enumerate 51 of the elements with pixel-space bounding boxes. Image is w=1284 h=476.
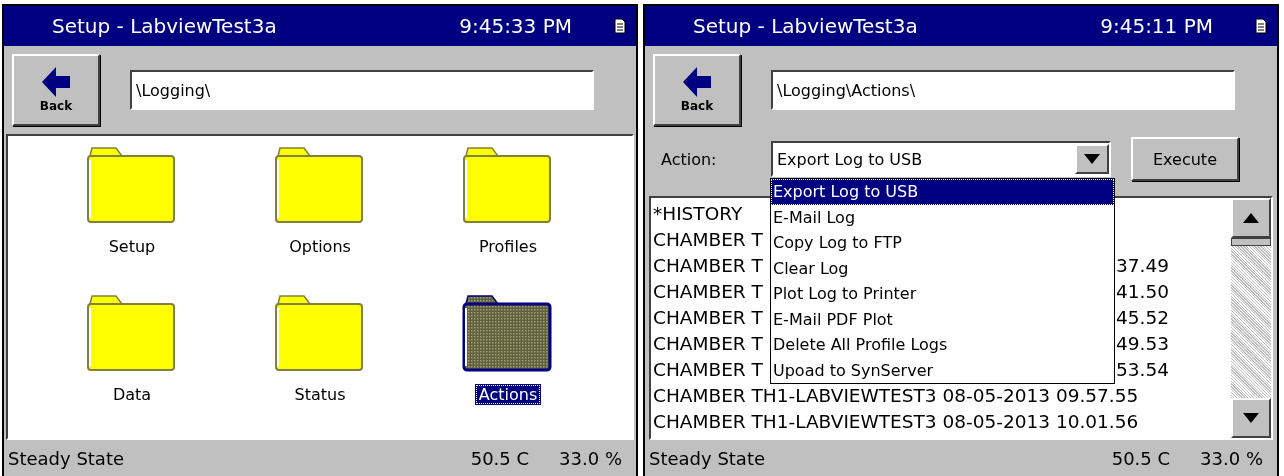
humidity-reading: 33.0 % xyxy=(1200,447,1263,469)
log-row-text: 37.49 xyxy=(1116,254,1169,276)
status-text: Steady State xyxy=(649,447,767,469)
log-row-text: CHAMBER T xyxy=(653,358,763,380)
document-icon xyxy=(1255,18,1267,34)
up-triangle-icon xyxy=(1243,213,1259,223)
log-row-text: 49.53 xyxy=(1116,332,1169,354)
log-row-text: CHAMBER TH1-LABVIEWTEST3 08-05-2013 09.57.55 xyxy=(653,384,1139,406)
action-dropdown[interactable]: Export Log to USB xyxy=(771,141,1111,177)
scroll-thumb[interactable] xyxy=(1231,238,1271,246)
scrollbar[interactable] xyxy=(1231,198,1271,438)
dropdown-arrow-button[interactable] xyxy=(1075,144,1109,174)
log-row-text: CHAMBER T xyxy=(653,306,763,328)
folder-label[interactable]: Setup xyxy=(104,236,160,257)
log-row-text: CHAMBER TH1-LABVIEWTEST3 08-05-2013 10.01.56 xyxy=(653,410,1139,432)
action-label: Action: xyxy=(661,149,718,169)
folder-label[interactable]: Options xyxy=(285,236,355,257)
log-row-text: 53.54 xyxy=(1116,358,1169,380)
path-field[interactable]: \Logging\ xyxy=(130,70,594,110)
log-row-text: CHAMBER T xyxy=(653,332,763,354)
dropdown-option[interactable]: Export Log to USB xyxy=(771,179,1114,205)
temperature-reading: 50.5 C xyxy=(1111,447,1171,469)
back-button[interactable]: Back xyxy=(12,54,100,126)
folder-label[interactable]: Profiles xyxy=(474,236,542,257)
window-title: Setup - LabviewTest3a xyxy=(693,14,919,38)
path-field[interactable]: \Logging\Actions\ xyxy=(771,70,1235,110)
clock-time: 9:45:33 PM xyxy=(459,14,572,38)
scroll-up-button[interactable] xyxy=(1231,198,1271,238)
log-row-text: *HISTORY xyxy=(653,202,743,224)
log-row-text: CHAMBER T xyxy=(653,254,763,276)
execute-button[interactable]: Execute xyxy=(1131,137,1239,181)
folder-label[interactable]: Status xyxy=(290,384,350,405)
clock-time: 9:45:11 PM xyxy=(1100,14,1213,38)
down-triangle-icon xyxy=(1084,154,1100,164)
humidity-reading: 33.0 % xyxy=(559,447,622,469)
scroll-down-button[interactable] xyxy=(1231,398,1271,438)
log-row-text: CHAMBER T xyxy=(653,228,763,250)
left-arrow-icon xyxy=(42,67,70,97)
left-arrow-icon xyxy=(683,67,711,97)
log-row-text: CHAMBER T xyxy=(653,280,763,302)
back-button[interactable]: Back xyxy=(653,54,741,126)
document-icon xyxy=(614,18,626,34)
window-title: Setup - LabviewTest3a xyxy=(52,14,278,38)
status-text: Steady State xyxy=(8,447,126,469)
down-triangle-icon xyxy=(1243,413,1259,423)
folder-icon[interactable] xyxy=(462,294,554,374)
log-row-text: 41.50 xyxy=(1116,280,1169,302)
folder-label[interactable]: Actions xyxy=(474,384,542,405)
log-row-text: 45.52 xyxy=(1116,306,1169,328)
temperature-reading: 50.5 C xyxy=(470,447,530,469)
folder-label[interactable]: Data xyxy=(108,384,156,405)
